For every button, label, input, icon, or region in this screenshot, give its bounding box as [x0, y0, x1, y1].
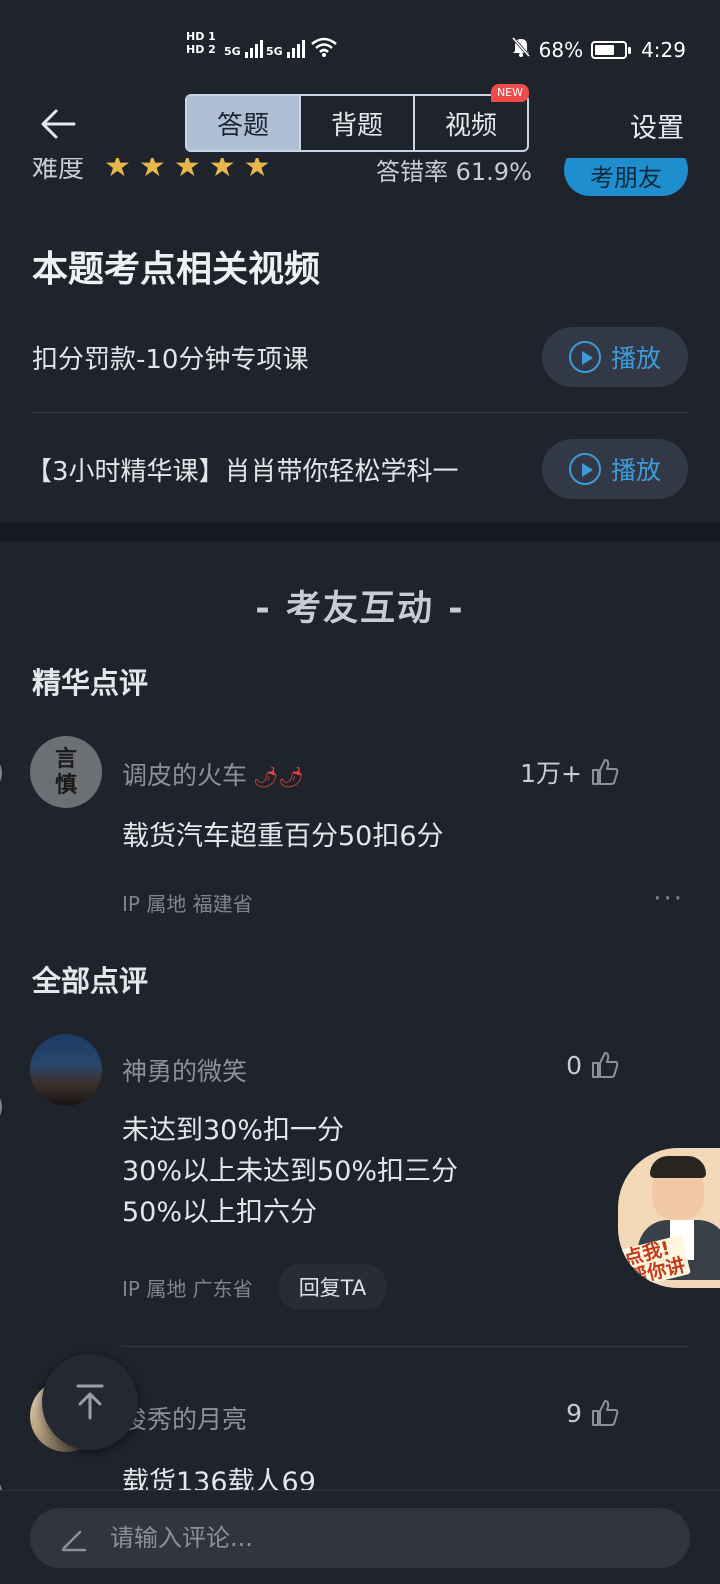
thumbs-up-icon	[592, 759, 619, 785]
video-item: 【3小时精华课】肖肖带你轻松学科一 播放	[26, 438, 688, 500]
comment-text: 未达到30%扣一分 30%以上未达到50%扣三分 50%以上扣六分	[122, 1115, 459, 1228]
battery-percent: 68%	[538, 37, 584, 62]
new-badge: NEW	[490, 84, 529, 102]
thumbs-up-icon	[592, 1052, 619, 1078]
star-icon: ★	[138, 158, 166, 184]
comment-input[interactable]	[110, 1524, 630, 1552]
comment-text: 载货汽车超重百分50扣6分	[122, 821, 444, 852]
comment-meta: IP 属地 广东省 回复TA	[122, 1264, 387, 1310]
thumbs-up-icon	[592, 1400, 619, 1426]
share-icon[interactable]	[0, 754, 2, 792]
avatar[interactable]: 言 慎	[30, 736, 102, 808]
difficulty-stars: ★ ★ ★ ★ ★	[104, 158, 271, 182]
back-to-top-button[interactable]	[42, 1354, 138, 1450]
interaction-title: - 考友互动 -	[255, 589, 465, 629]
like-button[interactable]: 1万+	[520, 754, 620, 790]
signal-2-icon: 5G	[266, 38, 305, 58]
video-item: 扣分罚款-10分钟专项课 播放	[32, 326, 688, 388]
mute-icon	[511, 36, 531, 63]
tutor-float-button[interactable]: 点我! 帮你讲	[618, 1148, 720, 1288]
username[interactable]: 俊秀的月亮	[122, 1400, 247, 1436]
clock: 4:29	[641, 37, 686, 62]
ask-friend-button[interactable]: 考朋友	[564, 158, 688, 196]
play-circle-icon	[568, 453, 601, 485]
username[interactable]: 调皮的火车 🌶🌶	[122, 756, 304, 792]
back-arrow-icon	[41, 109, 76, 139]
avatar[interactable]	[30, 1034, 102, 1106]
video-title: 【3小时精华课】肖肖带你轻松学科一	[26, 456, 459, 487]
featured-title: 精华点评	[32, 666, 149, 700]
reply-button[interactable]: 回复TA	[278, 1264, 387, 1310]
star-icon: ★	[173, 158, 201, 184]
hd-indicator: HD 1 HD 2	[186, 30, 216, 56]
play-button[interactable]: 播放	[542, 327, 688, 387]
tab-video[interactable]: 视频 NEW	[415, 84, 529, 150]
ip-location: IP 属地 福建省	[122, 892, 253, 916]
error-rate: 答错率 61.9%	[376, 158, 532, 186]
arrow-up-icon	[76, 1384, 104, 1420]
back-button[interactable]	[36, 100, 84, 148]
battery-icon	[591, 40, 632, 59]
ip-location: IP 属地 广东省	[122, 1276, 253, 1301]
signal-1-icon: 5G	[224, 38, 263, 58]
section-separator	[0, 522, 720, 542]
play-circle-icon	[568, 341, 601, 373]
star-icon: ★	[208, 158, 236, 184]
like-button[interactable]: 0	[566, 1050, 620, 1080]
difficulty-label: 难度	[32, 158, 85, 184]
more-icon[interactable]: ···	[653, 884, 684, 914]
play-button[interactable]: 播放	[542, 439, 688, 499]
status-right: 68% 4:29	[511, 36, 686, 63]
like-button[interactable]: 9	[566, 1398, 620, 1428]
mode-tabs: 答题 背题 视频 NEW	[185, 84, 529, 152]
status-bar: HD 1 HD 2 5G 5G 68% 4:29	[0, 0, 720, 90]
video-title: 扣分罚款-10分钟专项课	[32, 344, 309, 375]
star-icon: ★	[104, 158, 131, 184]
divider	[122, 1346, 688, 1347]
tab-answer[interactable]: 答题	[187, 96, 301, 150]
tutor-label: 点我! 帮你讲	[618, 1234, 691, 1288]
all-comments-title: 全部点评	[32, 964, 149, 998]
settings-button[interactable]: 设置	[630, 106, 684, 145]
share-icon[interactable]	[0, 1088, 2, 1126]
tab-memorize[interactable]: 背题	[301, 96, 415, 150]
comment-input-box[interactable]	[30, 1508, 690, 1568]
comment-meta: IP 属地 福建省	[122, 888, 253, 917]
pencil-icon	[61, 1530, 87, 1552]
star-icon: ★	[243, 158, 271, 184]
wifi-icon	[310, 36, 338, 62]
divider	[32, 412, 688, 413]
difficulty-row: 难度 ★ ★ ★ ★ ★ 答错率 61.9% 考朋友	[32, 158, 688, 200]
chili-icon: 🌶🌶	[253, 765, 304, 789]
related-videos-title: 本题考点相关视频	[32, 249, 321, 290]
username[interactable]: 神勇的微笑	[122, 1052, 247, 1088]
